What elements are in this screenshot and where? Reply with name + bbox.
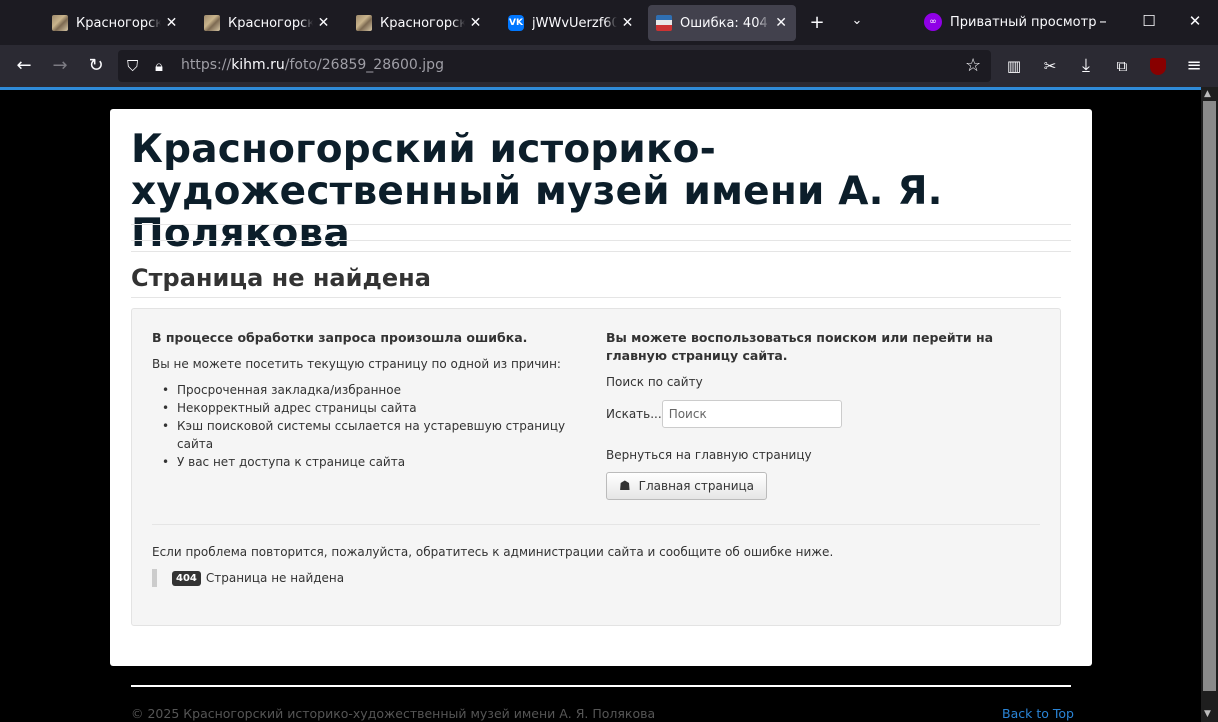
- close-window-icon[interactable]: ✕: [1185, 12, 1205, 30]
- error-heading: В процессе обработки запроса произошла о…: [152, 330, 528, 345]
- divider: [152, 524, 1040, 525]
- error-code-block: 404 Страница не найдена: [152, 569, 344, 587]
- support-message: Если проблема повторится, пожалуйста, об…: [152, 545, 834, 559]
- error-code-text: Страница не найдена: [205, 571, 345, 585]
- downloads-icon[interactable]: ⤓: [1074, 54, 1098, 78]
- list-tabs-chevron-icon[interactable]: ⌄: [847, 13, 867, 28]
- map-photo-icon: [356, 15, 372, 31]
- error-code-badge: 404: [172, 570, 201, 586]
- tab-5-active[interactable]: Ошибка: 404 Стр ✕: [648, 5, 796, 41]
- list-item: Некорректный адрес страницы сайта: [162, 399, 592, 417]
- error-reasons-column: В процессе обработки запроса произошла о…: [152, 329, 592, 471]
- home-section-label: Вернуться на главную страницу: [606, 448, 812, 462]
- ublock-icon[interactable]: [1146, 54, 1170, 78]
- reasons-list: Просроченная закладка/избранное Некоррек…: [162, 381, 592, 471]
- private-label: Приватный просмотр: [950, 14, 1097, 30]
- back-to-top-link[interactable]: Back to Top: [1002, 706, 1074, 721]
- scrollbar-thumb[interactable]: [1203, 101, 1216, 691]
- map-photo-icon: [204, 15, 220, 31]
- list-item: Кэш поисковой системы ссылается на устар…: [162, 417, 592, 453]
- vk-icon: VK: [508, 15, 524, 31]
- tab-title: Красногорск. Пол: [380, 15, 466, 31]
- content-card: Красногорский историко-художественный му…: [110, 109, 1092, 666]
- screenshot-icon[interactable]: ✂: [1038, 54, 1062, 78]
- app-menu-icon[interactable]: ≡: [1182, 54, 1206, 78]
- divider: [131, 251, 1071, 252]
- divider: [131, 240, 1071, 241]
- page-viewport: Красногорский историко-художественный му…: [0, 90, 1201, 722]
- copyright-text: © 2025 Красногорский историко-художестве…: [131, 706, 656, 721]
- footer-divider: [131, 685, 1071, 687]
- reader-view-icon[interactable]: ▥: [1002, 54, 1026, 78]
- search-input[interactable]: [661, 400, 842, 428]
- search-label: Искать...: [606, 407, 662, 421]
- private-browsing-indicator: ∞ Приватный просмотр: [924, 13, 1096, 31]
- back-arrow-icon[interactable]: ←: [12, 54, 36, 78]
- error-panel: В процессе обработки запроса произошла о…: [131, 308, 1061, 626]
- page-title: Страница не найдена: [131, 264, 431, 292]
- home-icon: ☗: [619, 478, 631, 494]
- close-tab-icon[interactable]: ✕: [621, 15, 634, 31]
- close-tab-icon[interactable]: ✕: [317, 15, 330, 31]
- map-photo-icon: [52, 15, 68, 31]
- list-item: Просроченная закладка/избранное: [162, 381, 592, 399]
- tab-3[interactable]: Красногорск. Пол ✕: [348, 5, 490, 41]
- actions-column: Вы можете воспользоваться поиском или пе…: [606, 329, 1046, 500]
- navigation-toolbar: ← → ↻ ⛉ 🔒︎ https://kihm.ru/foto/26859_28…: [0, 45, 1218, 87]
- private-mask-icon: ∞: [924, 13, 942, 31]
- actions-heading: Вы можете воспользоваться поиском или пе…: [606, 330, 994, 363]
- tab-1[interactable]: Красногорск. Пол ✕: [44, 5, 186, 41]
- reload-icon[interactable]: ↻: [84, 54, 108, 78]
- divider: [131, 297, 1061, 298]
- scroll-up-arrow-icon[interactable]: ▲: [1204, 89, 1211, 99]
- site-title: Красногорский историко-художественный му…: [131, 127, 943, 256]
- search-section-label: Поиск по сайту: [606, 375, 703, 389]
- bookmark-star-icon[interactable]: ☆: [965, 55, 981, 76]
- home-button-label: Главная страница: [638, 479, 755, 493]
- scroll-down-arrow-icon[interactable]: ▼: [1204, 709, 1211, 719]
- tab-title: Красногорск. Пол: [228, 15, 314, 31]
- maximize-icon[interactable]: ☐: [1139, 12, 1159, 30]
- tab-strip: Красногорск. Пол ✕ Красногорск. Пол ✕ Кр…: [0, 0, 1218, 45]
- search-form: Искать...: [606, 400, 1046, 428]
- tab-2[interactable]: Красногорск. Пол ✕: [196, 5, 338, 41]
- new-tab-icon[interactable]: +: [807, 12, 827, 33]
- list-item: У вас нет доступа к странице сайта: [162, 453, 592, 471]
- error-intro: Вы не можете посетить текущую страницу п…: [152, 357, 561, 371]
- forward-arrow-icon[interactable]: →: [48, 54, 72, 78]
- url-text[interactable]: https://kihm.ru/foto/26859_28600.jpg: [181, 57, 444, 73]
- tab-title: jWWvUerzf60.jpg: [532, 15, 618, 31]
- site-emblem-icon: [656, 15, 672, 31]
- tab-title: Красногорск. Пол: [76, 15, 162, 31]
- tab-title: Ошибка: 404 Стр: [680, 15, 770, 31]
- tracking-shield-icon[interactable]: ⛉: [127, 57, 138, 75]
- close-tab-icon[interactable]: ✕: [774, 15, 788, 31]
- lock-icon[interactable]: 🔒︎: [155, 57, 163, 75]
- home-page-button[interactable]: ☗ Главная страница: [606, 472, 768, 500]
- close-tab-icon[interactable]: ✕: [469, 15, 482, 31]
- minimize-icon[interactable]: –: [1093, 12, 1113, 30]
- address-bar[interactable]: ⛉ 🔒︎ https://kihm.ru/foto/26859_28600.jp…: [118, 50, 991, 82]
- extensions-icon[interactable]: ⧉: [1110, 54, 1134, 78]
- divider: [131, 224, 1071, 225]
- close-tab-icon[interactable]: ✕: [165, 15, 178, 31]
- vertical-scrollbar[interactable]: ▲ ▼: [1201, 87, 1218, 722]
- tab-4[interactable]: VK jWWvUerzf60.jpg ✕: [500, 5, 642, 41]
